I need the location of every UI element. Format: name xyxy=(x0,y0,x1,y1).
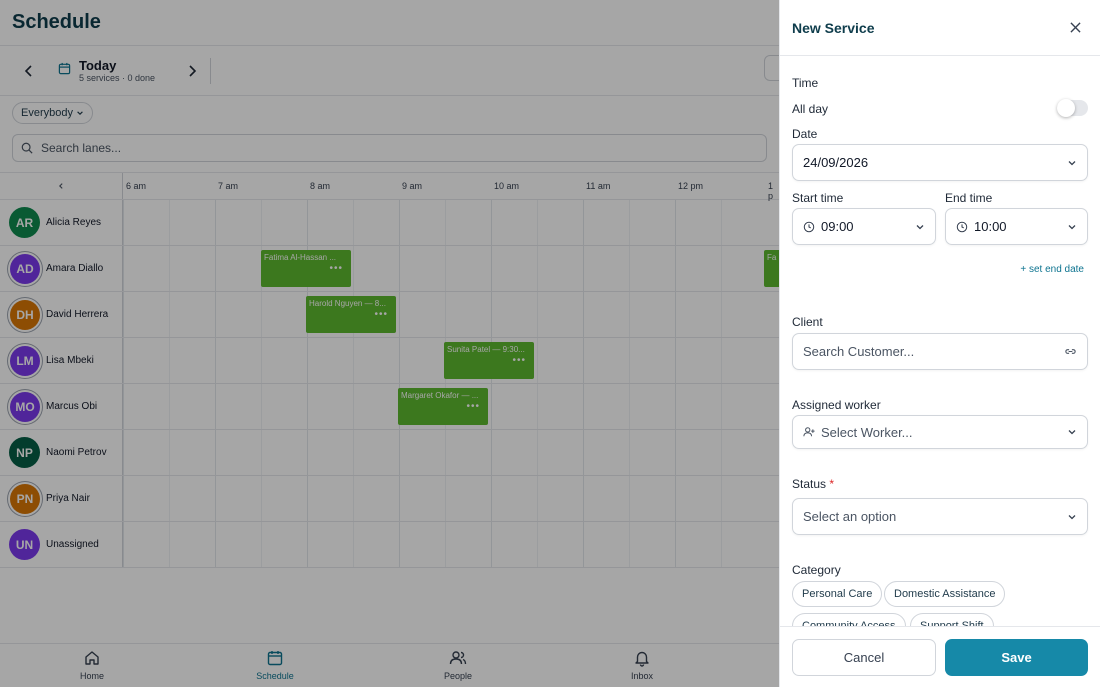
client-placeholder: Search Customer... xyxy=(803,344,915,359)
user-plus-icon xyxy=(803,427,815,437)
link-icon xyxy=(1064,345,1077,358)
allday-toggle[interactable] xyxy=(1057,99,1088,117)
start-time-select[interactable]: 09:00 xyxy=(792,208,936,245)
chevron-down-icon xyxy=(1067,427,1077,437)
save-button[interactable]: Save xyxy=(945,639,1088,676)
clock-icon xyxy=(956,221,968,232)
date-picker[interactable]: 24/09/2026 xyxy=(792,144,1088,181)
time-section-label: Time xyxy=(792,76,819,90)
worker-select[interactable]: Select Worker... xyxy=(792,415,1088,449)
category-label: Category xyxy=(792,563,841,577)
panel-title: New Service xyxy=(792,19,875,36)
status-label: Status * xyxy=(792,477,834,491)
modal-backdrop[interactable] xyxy=(0,0,779,687)
panel-header: New Service xyxy=(780,0,1100,56)
status-placeholder: Select an option xyxy=(803,509,897,524)
start-time-value: 09:00 xyxy=(821,219,854,234)
status-label-text: Status xyxy=(792,477,827,491)
client-search-input[interactable]: Search Customer... xyxy=(792,333,1088,370)
required-marker: * xyxy=(829,477,835,491)
toggle-knob xyxy=(1057,99,1075,117)
close-icon xyxy=(1069,22,1081,33)
chevron-down-icon xyxy=(1067,158,1077,168)
category-chip[interactable]: Support Shift xyxy=(910,613,994,626)
end-time-value: 10:00 xyxy=(974,219,1007,234)
worker-label: Assigned worker xyxy=(792,398,881,412)
clock-icon xyxy=(803,221,815,232)
close-button[interactable] xyxy=(1066,19,1084,37)
status-select[interactable]: Select an option xyxy=(792,498,1088,535)
set-end-date-link[interactable]: + set end date xyxy=(1020,264,1084,275)
panel-footer: Cancel Save xyxy=(780,626,1100,687)
cancel-button[interactable]: Cancel xyxy=(792,639,936,676)
start-time-label: Start time xyxy=(792,191,844,205)
date-label: Date xyxy=(792,127,818,141)
end-time-select[interactable]: 10:00 xyxy=(945,208,1088,245)
category-chip[interactable]: Community Access xyxy=(792,613,906,626)
end-time-label: End time xyxy=(945,191,993,205)
new-service-panel: New Service Time All day Date 24/09/2026… xyxy=(779,0,1100,687)
category-chip[interactable]: Personal Care xyxy=(792,581,883,607)
chevron-down-icon xyxy=(1067,512,1077,522)
date-value: 24/09/2026 xyxy=(803,155,869,170)
chevron-down-icon xyxy=(1067,222,1077,232)
client-label: Client xyxy=(792,315,823,329)
panel-form: Time All day Date 24/09/2026 Start time … xyxy=(780,56,1100,626)
chevron-down-icon xyxy=(915,222,925,232)
category-chip[interactable]: Domestic Assistance xyxy=(884,581,1006,607)
worker-placeholder: Select Worker... xyxy=(821,424,913,440)
allday-label: All day xyxy=(792,102,829,116)
